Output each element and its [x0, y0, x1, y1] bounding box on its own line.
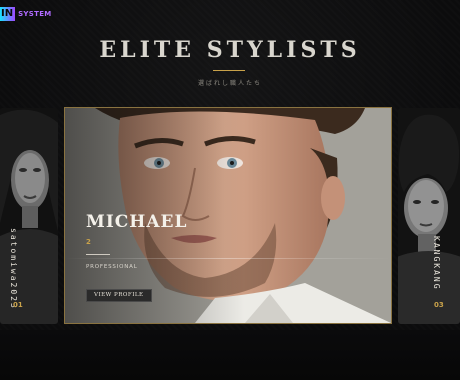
brand-logo[interactable]: IN SYSTEM	[0, 7, 52, 21]
stylist-name-next: KANGKANG	[432, 236, 441, 291]
portrait-next	[398, 108, 460, 324]
title-divider	[213, 70, 245, 71]
stylist-card-featured[interactable]: MICHAEL 2 PROFESSIONAL VIEW PROFILE	[64, 107, 392, 324]
name-divider	[86, 254, 110, 255]
view-profile-button[interactable]: VIEW PROFILE	[86, 289, 152, 302]
stylist-card-next[interactable]: KANGKANG 03	[398, 108, 460, 324]
stylist-number-featured: 2	[86, 238, 91, 246]
page-title: ELITE STYLISTS	[99, 37, 361, 63]
logo-text: SYSTEM	[18, 10, 52, 18]
stylist-card-previous[interactable]: satomiwa2023 01	[0, 108, 58, 324]
footer-band	[0, 330, 460, 380]
stylist-number-next: 03	[434, 301, 444, 309]
stylist-name-featured: MICHAEL	[86, 212, 188, 232]
page-subtitle: 選ばれし職人たち	[197, 80, 262, 87]
stylist-name-previous: satomiwa2023	[9, 228, 18, 310]
logo-mark: IN	[0, 7, 16, 21]
card-glare	[65, 258, 391, 259]
stylist-role: PROFESSIONAL	[86, 264, 138, 270]
stylist-number-previous: 01	[13, 301, 23, 309]
